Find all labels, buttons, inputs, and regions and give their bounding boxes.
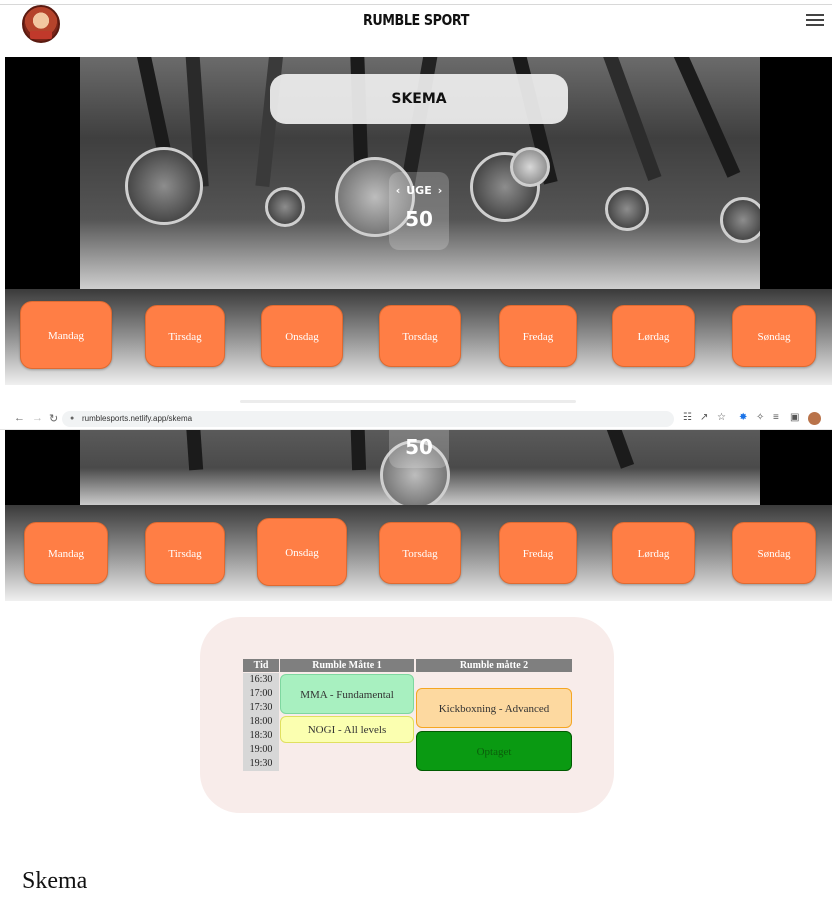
chevron-right-icon[interactable]: › [438,184,443,197]
rumble-logo[interactable] [22,5,60,43]
day-button-mandag[interactable]: Mandag [20,301,112,369]
day-button-torsdag[interactable]: Torsdag [379,305,461,367]
reading-list-icon[interactable]: ≡ [773,412,779,423]
lock-icon: ● [70,415,75,422]
time-slot: 16:30 [243,673,279,687]
day-button-lordag[interactable]: Lørdag [612,305,695,367]
scroll-divider [240,400,576,403]
page-title: Skema [22,868,88,894]
day-button-onsdag[interactable]: Onsdag [261,305,343,367]
star-icon[interactable]: ☆ [717,412,726,423]
skema-title-pill: SKEMA [270,74,568,124]
brand-name: RUMBLE SPORT [362,11,470,29]
event-mma-fundamental[interactable]: MMA - Fundamental [280,674,414,714]
day-selector: Mandag Tirsdag Onsdag Torsdag Fredag Lør… [5,289,832,385]
week-number-scrolled: 50 [389,430,449,468]
share-icon[interactable]: ↗ [700,412,708,423]
column-header-mat-1: Rumble Måtte 1 [280,659,414,672]
back-arrow-icon[interactable]: ← [14,412,25,424]
translate-icon[interactable]: ☷ [683,412,692,423]
extension-icon[interactable]: ✸ [739,412,747,423]
event-kickboxning-advanced[interactable]: Kickboxning - Advanced [416,688,572,728]
side-panel-icon[interactable]: ▣ [790,412,799,423]
day-button-lordag[interactable]: Lørdag [612,522,695,584]
browser-toolbar: ← → ↻ ● rumblesports.netlify.app/skema ☷… [0,408,832,430]
chevron-left-icon[interactable]: ‹ [396,184,401,197]
week-label: UGE [406,184,432,197]
day-button-torsdag[interactable]: Torsdag [379,522,461,584]
time-slot: 19:00 [243,743,279,757]
profile-avatar[interactable] [808,412,821,425]
puzzle-icon[interactable]: ✧ [756,412,764,423]
day-button-sondag[interactable]: Søndag [732,522,816,584]
time-slot: 18:00 [243,715,279,729]
url-text: rumblesports.netlify.app/skema [82,414,193,423]
event-nogi-all-levels[interactable]: NOGI - All levels [280,716,414,743]
site-header: RUMBLE SPORT [0,5,832,55]
column-header-time: Tid [243,659,279,672]
day-button-fredag[interactable]: Fredag [499,522,577,584]
day-button-sondag[interactable]: Søndag [732,305,816,367]
day-button-tirsdag[interactable]: Tirsdag [145,522,225,584]
address-bar[interactable]: ● rumblesports.netlify.app/skema [62,411,674,427]
hamburger-menu-icon[interactable] [806,14,824,26]
week-number: 50 [405,207,433,231]
day-button-fredag[interactable]: Fredag [499,305,577,367]
time-slot: 17:00 [243,687,279,701]
week-selector: ‹ UGE › 50 [389,172,449,250]
time-slot: 19:30 [243,757,279,771]
forward-arrow-icon[interactable]: → [32,412,43,424]
day-button-onsdag[interactable]: Onsdag [257,518,347,586]
time-slot: 17:30 [243,701,279,715]
event-optaget[interactable]: Optaget [416,731,572,771]
column-header-mat-2: Rumble måtte 2 [416,659,572,672]
reload-icon[interactable]: ↻ [49,412,58,425]
day-button-tirsdag[interactable]: Tirsdag [145,305,225,367]
day-button-mandag[interactable]: Mandag [24,522,108,584]
time-slot: 18:30 [243,729,279,743]
day-selector-scrolled: Mandag Tirsdag Onsdag Torsdag Fredag Lør… [5,505,832,601]
